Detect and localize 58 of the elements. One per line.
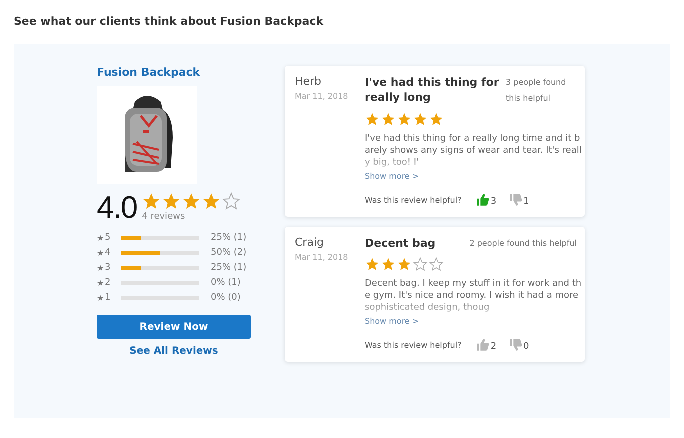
upvote-count: 2 bbox=[490, 342, 497, 352]
section-heading: See what our clients think about Fusion Backpack bbox=[14, 15, 325, 28]
star-level: 1 bbox=[105, 293, 112, 303]
downvote-count: 1 bbox=[524, 197, 530, 207]
review-title: Decent bag bbox=[365, 236, 436, 252]
star-level: 2 bbox=[105, 278, 112, 288]
downvote-count: 0 bbox=[524, 342, 530, 352]
show-more-link[interactable]: Show more > bbox=[365, 172, 420, 181]
star-level: 3 bbox=[105, 263, 112, 273]
product-name-link[interactable]: Fusion Backpack bbox=[97, 66, 200, 79]
star-icon bbox=[142, 192, 162, 211]
star-icon bbox=[397, 257, 412, 272]
thumbs-down-icon[interactable] bbox=[508, 193, 523, 207]
review-title: I've had this thing for really long bbox=[365, 75, 500, 106]
rating-share: 0% (0) bbox=[211, 293, 241, 303]
review-text: Decent bag. I keep my stuff in it for work and the gym. It's nice and roomy. I wish it had a more sophisticated design, thoug bbox=[365, 278, 583, 314]
helpful-question: Was this review helpful? bbox=[365, 340, 462, 350]
rating-share: 25% (1) bbox=[211, 233, 247, 243]
rating-share: 0% (1) bbox=[211, 278, 241, 288]
empty-star-icon bbox=[413, 257, 428, 272]
average-rating: 4.0 bbox=[97, 192, 138, 223]
reviewer-name: Craig bbox=[295, 236, 325, 249]
rating-share: 25% (1) bbox=[211, 263, 247, 273]
star-label: ★ bbox=[97, 278, 105, 288]
star-icon bbox=[397, 112, 412, 127]
empty-star-icon bbox=[222, 192, 242, 211]
star-label: ★ bbox=[97, 264, 105, 272]
reviewer-name: Herb bbox=[295, 75, 323, 88]
see-all-reviews-link[interactable]: See All Reviews bbox=[130, 346, 218, 357]
review-count: 4 reviews bbox=[142, 212, 186, 222]
empty-star-icon bbox=[429, 257, 444, 272]
review-date: Mar 11, 2018 bbox=[295, 253, 350, 262]
helpful-question: Was this review helpful? bbox=[365, 196, 462, 204]
star-icon bbox=[381, 112, 396, 127]
star-icon bbox=[365, 112, 380, 127]
review-text: I've had this thing for a really long time and it barely shows any signs of wear and tear. It's really big, too! I' bbox=[365, 133, 583, 169]
thumbs-down-icon[interactable] bbox=[508, 338, 523, 352]
helpful-count: 2 people found this helpful bbox=[470, 238, 577, 250]
star-icon bbox=[365, 257, 380, 272]
star-label: ★ bbox=[97, 234, 105, 242]
star-level: 4 bbox=[105, 248, 112, 258]
star-icon bbox=[182, 192, 202, 211]
review-now-button[interactable]: Review Now bbox=[97, 315, 251, 339]
star-label: ★ bbox=[97, 248, 105, 258]
thumbs-up-icon[interactable] bbox=[476, 193, 490, 207]
star-icon bbox=[429, 112, 444, 127]
thumbs-up-icon[interactable] bbox=[476, 338, 490, 352]
helpful-count: 3 people found this helpful bbox=[506, 77, 568, 105]
star-label: ★ bbox=[97, 294, 105, 302]
star-level: 5 bbox=[105, 233, 112, 243]
rating-share: 50% (2) bbox=[211, 248, 247, 258]
review-date: Mar 11, 2018 bbox=[295, 92, 350, 101]
star-icon bbox=[381, 257, 396, 272]
star-icon bbox=[202, 192, 222, 211]
star-icon bbox=[413, 112, 428, 127]
upvote-count: 3 bbox=[490, 197, 497, 207]
show-more-link[interactable]: Show more > bbox=[365, 317, 420, 326]
star-icon bbox=[162, 192, 182, 211]
